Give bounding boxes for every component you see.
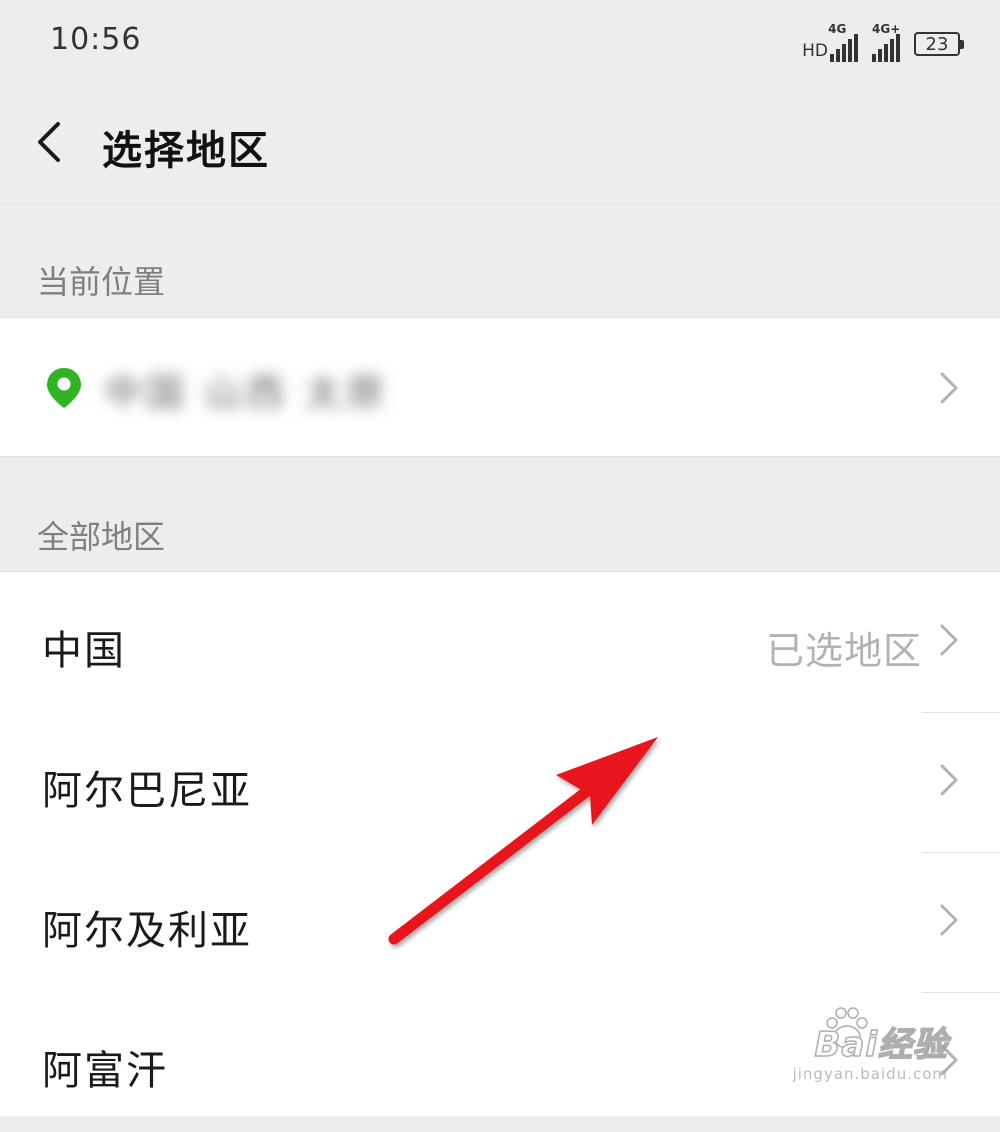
watermark-brand: Bai经验 (814, 1024, 948, 1066)
watermark-url: jingyan.baidu.com (792, 1065, 948, 1083)
section-label: 全部地区 (37, 518, 166, 556)
hd-label: HD (802, 41, 828, 61)
status-bar: 10:56 HD 4G 4G+ 23 (0, 0, 1000, 88)
list-item-china[interactable]: 中国 已选地区 (0, 572, 1000, 712)
current-location-cell[interactable]: 中国 山西 太原 (0, 317, 1000, 457)
pin-hole (57, 377, 71, 391)
chevron-right-icon (940, 372, 958, 404)
chevron-right-icon (940, 624, 958, 656)
chevron-right-icon (940, 904, 958, 936)
chevron-right-icon (940, 764, 958, 796)
baidu-watermark: Bai经验 jingyan.baidu.com (758, 1003, 948, 1093)
signal-2-icon: 4G+ (872, 22, 901, 62)
battery-icon: 23 (914, 32, 964, 56)
region-name: 中国 (42, 628, 126, 674)
section-header-all-regions: 全部地区 (0, 458, 1000, 570)
section-label: 当前位置 (37, 263, 166, 301)
location-pin-icon (47, 368, 81, 408)
signal-bars-icon (830, 34, 858, 62)
title-bar: 选择地区 (0, 88, 1000, 205)
status-time: 10:56 (50, 22, 142, 57)
signal-bars-icon (872, 34, 900, 62)
chevron-left-icon (38, 122, 60, 162)
status-icons: HD 4G 4G+ 23 (788, 22, 964, 62)
section-header-current-location: 当前位置 (0, 205, 1000, 317)
list-item-algeria[interactable]: 阿尔及利亚 (0, 852, 1000, 992)
signal-1-icon: HD 4G (802, 22, 858, 62)
page-title: 选择地区 (102, 128, 270, 174)
region-name: 阿尔巴尼亚 (42, 768, 252, 814)
selected-badge: 已选地区 (765, 629, 922, 673)
network-2-label: 4G+ (872, 22, 901, 36)
network-1-label: 4G (828, 22, 847, 36)
back-button[interactable] (22, 110, 86, 174)
current-location-value: 中国 山西 太原 (104, 371, 389, 415)
region-name: 阿尔及利亚 (42, 908, 252, 954)
battery-level: 23 (925, 33, 949, 55)
list-item-albania[interactable]: 阿尔巴尼亚 (0, 712, 1000, 852)
region-name: 阿富汗 (42, 1048, 168, 1094)
